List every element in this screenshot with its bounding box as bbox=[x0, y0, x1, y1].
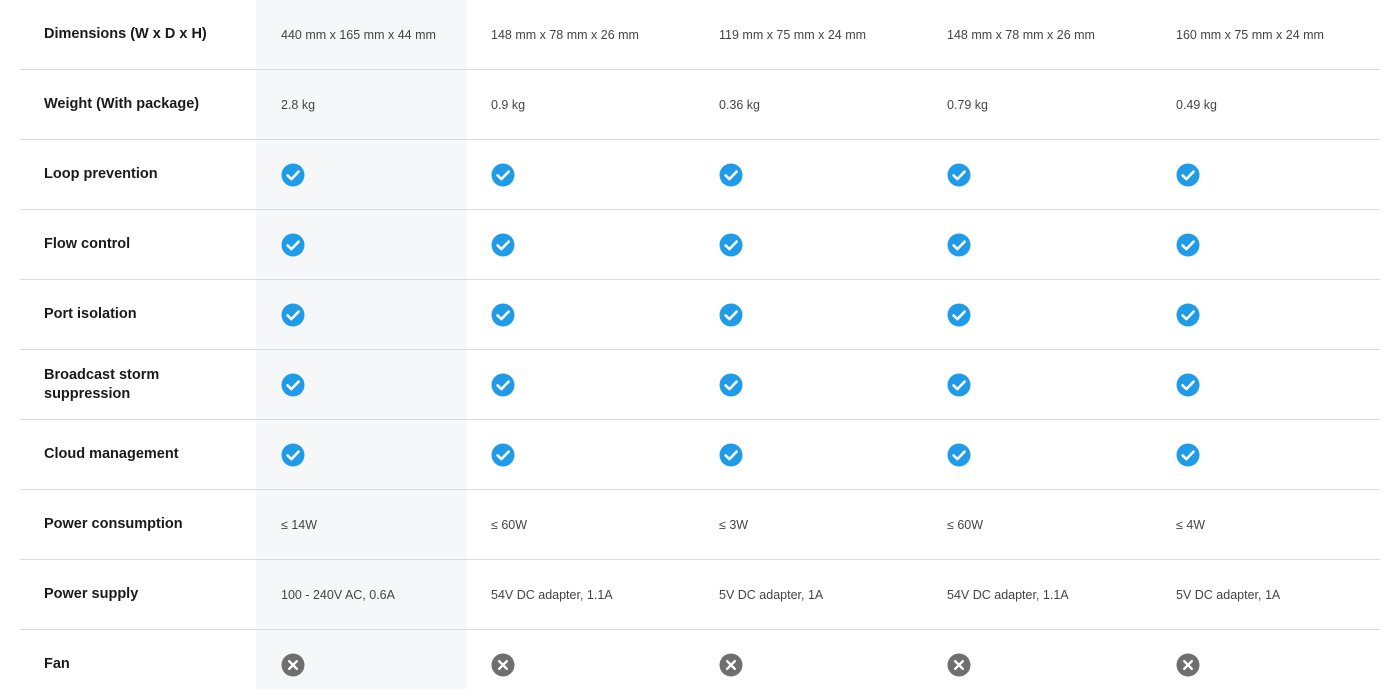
spec-value-icon-cell bbox=[281, 210, 305, 279]
spec-value-icon-cell bbox=[491, 350, 515, 419]
spec-value: ≤ 60W bbox=[491, 517, 528, 532]
spec-value-icon-cell bbox=[719, 280, 743, 349]
spec-value-icon-cell bbox=[719, 420, 743, 489]
spec-row: Weight (With package) 2.8 kg 0.9 kg 0.36 kg… bbox=[20, 70, 1380, 140]
spec-value: ≤ 14W bbox=[281, 517, 318, 532]
spec-value-icon-cell bbox=[1176, 140, 1200, 209]
check-circle-icon bbox=[491, 233, 515, 257]
check-circle-icon bbox=[281, 443, 305, 467]
spec-value: 0.9 kg bbox=[491, 97, 526, 112]
spec-value-icon-cell bbox=[1176, 420, 1200, 489]
spec-value: 0.79 kg bbox=[947, 97, 989, 112]
spec-label: Cloud management bbox=[44, 446, 179, 462]
spec-value-icon-cell bbox=[1176, 210, 1200, 279]
spec-value: ≤ 60W bbox=[947, 517, 984, 532]
check-circle-icon bbox=[947, 443, 971, 467]
check-circle-icon bbox=[1176, 233, 1200, 257]
spec-row: Fan bbox=[20, 630, 1380, 700]
spec-row: Power supply 100 - 240V AC, 0.6A 54V DC ad… bbox=[20, 560, 1380, 630]
spec-value: ≤ 4W bbox=[1176, 517, 1206, 532]
check-circle-icon bbox=[281, 233, 305, 257]
check-circle-icon bbox=[281, 303, 305, 327]
check-circle-icon bbox=[719, 233, 743, 257]
spec-label: Broadcast storm suppression bbox=[44, 366, 160, 402]
spec-value-icon-cell bbox=[719, 350, 743, 419]
spec-label: Loop prevention bbox=[44, 166, 158, 182]
check-circle-icon bbox=[719, 163, 743, 187]
x-circle-icon bbox=[281, 653, 305, 677]
spec-value: 100 - 240V AC, 0.6A bbox=[281, 587, 395, 602]
spec-value-icon-cell bbox=[281, 280, 305, 349]
spec-value-icon-cell bbox=[719, 140, 743, 209]
spec-value-icon-cell bbox=[947, 420, 971, 489]
spec-label: Flow control bbox=[44, 236, 131, 252]
spec-value-icon-cell bbox=[947, 210, 971, 279]
spec-label: Weight (With package) bbox=[44, 96, 200, 112]
spec-row: Broadcast storm suppression bbox=[20, 350, 1380, 420]
check-circle-icon bbox=[947, 163, 971, 187]
spec-row: Power consumption ≤ 14W ≤ 60W ≤ 3W ≤ 60W ≤ 4W bbox=[20, 490, 1380, 560]
x-circle-icon bbox=[719, 653, 743, 677]
spec-value-icon-cell bbox=[947, 280, 971, 349]
spec-value: ≤ 3W bbox=[719, 517, 749, 532]
spec-value: 119 mm x 75 mm x 24 mm bbox=[719, 27, 867, 42]
spec-value: 2.8 kg bbox=[281, 97, 316, 112]
x-circle-icon bbox=[1176, 653, 1200, 677]
check-circle-icon bbox=[491, 163, 515, 187]
spec-value: 0.36 kg bbox=[719, 97, 761, 112]
spec-value-icon-cell bbox=[1176, 280, 1200, 349]
spec-value-icon-cell bbox=[281, 140, 305, 209]
spec-value-icon-cell bbox=[491, 280, 515, 349]
check-circle-icon bbox=[1176, 443, 1200, 467]
spec-value-icon-cell bbox=[281, 350, 305, 419]
spec-row: Loop prevention bbox=[20, 140, 1380, 210]
spec-value-icon-cell bbox=[947, 140, 971, 209]
check-circle-icon bbox=[719, 303, 743, 327]
spec-label: Port isolation bbox=[44, 306, 137, 322]
spec-value-icon-cell bbox=[947, 350, 971, 419]
x-circle-icon bbox=[491, 653, 515, 677]
spec-label: Dimensions (W x D x H) bbox=[44, 26, 207, 42]
spec-label: Power supply bbox=[44, 586, 139, 602]
spec-value-icon-cell bbox=[491, 140, 515, 209]
spec-row: Dimensions (W x D x H) 440 mm x 165 mm x … bbox=[20, 0, 1380, 70]
check-circle-icon bbox=[491, 373, 515, 397]
check-circle-icon bbox=[281, 163, 305, 187]
spec-value: 0.49 kg bbox=[1176, 97, 1218, 112]
spec-row: Port isolation bbox=[20, 280, 1380, 350]
check-circle-icon bbox=[1176, 303, 1200, 327]
spec-value-icon-cell bbox=[281, 420, 305, 489]
check-circle-icon bbox=[947, 303, 971, 327]
check-circle-icon bbox=[281, 373, 305, 397]
check-circle-icon bbox=[491, 303, 515, 327]
x-circle-icon bbox=[947, 653, 971, 677]
spec-value: 160 mm x 75 mm x 24 mm bbox=[1176, 27, 1324, 42]
spec-row: Flow control bbox=[20, 210, 1380, 280]
spec-value-icon-cell bbox=[719, 210, 743, 279]
spec-comparison-table: Dimensions (W x D x H) 440 mm x 165 mm x … bbox=[20, 0, 1380, 700]
check-circle-icon bbox=[719, 373, 743, 397]
check-circle-icon bbox=[947, 233, 971, 257]
spec-value: 5V DC adapter, 1A bbox=[719, 587, 824, 602]
check-circle-icon bbox=[491, 443, 515, 467]
spec-value: 440 mm x 165 mm x 44 mm bbox=[281, 27, 436, 42]
spec-label: Power consumption bbox=[44, 516, 183, 532]
check-circle-icon bbox=[719, 443, 743, 467]
spec-value: 54V DC adapter, 1.1A bbox=[491, 587, 613, 602]
spec-value-icon-cell bbox=[491, 210, 515, 279]
spec-value-icon-cell bbox=[1176, 350, 1200, 419]
spec-value-icon-cell bbox=[491, 420, 515, 489]
spec-value: 54V DC adapter, 1.1A bbox=[947, 587, 1069, 602]
spec-value: 5V DC adapter, 1A bbox=[1176, 587, 1281, 602]
spec-value: 148 mm x 78 mm x 26 mm bbox=[491, 27, 639, 42]
spec-row: Cloud management bbox=[20, 420, 1380, 490]
spec-value: 148 mm x 78 mm x 26 mm bbox=[947, 27, 1095, 42]
check-circle-icon bbox=[1176, 163, 1200, 187]
check-circle-icon bbox=[947, 373, 971, 397]
check-circle-icon bbox=[1176, 373, 1200, 397]
